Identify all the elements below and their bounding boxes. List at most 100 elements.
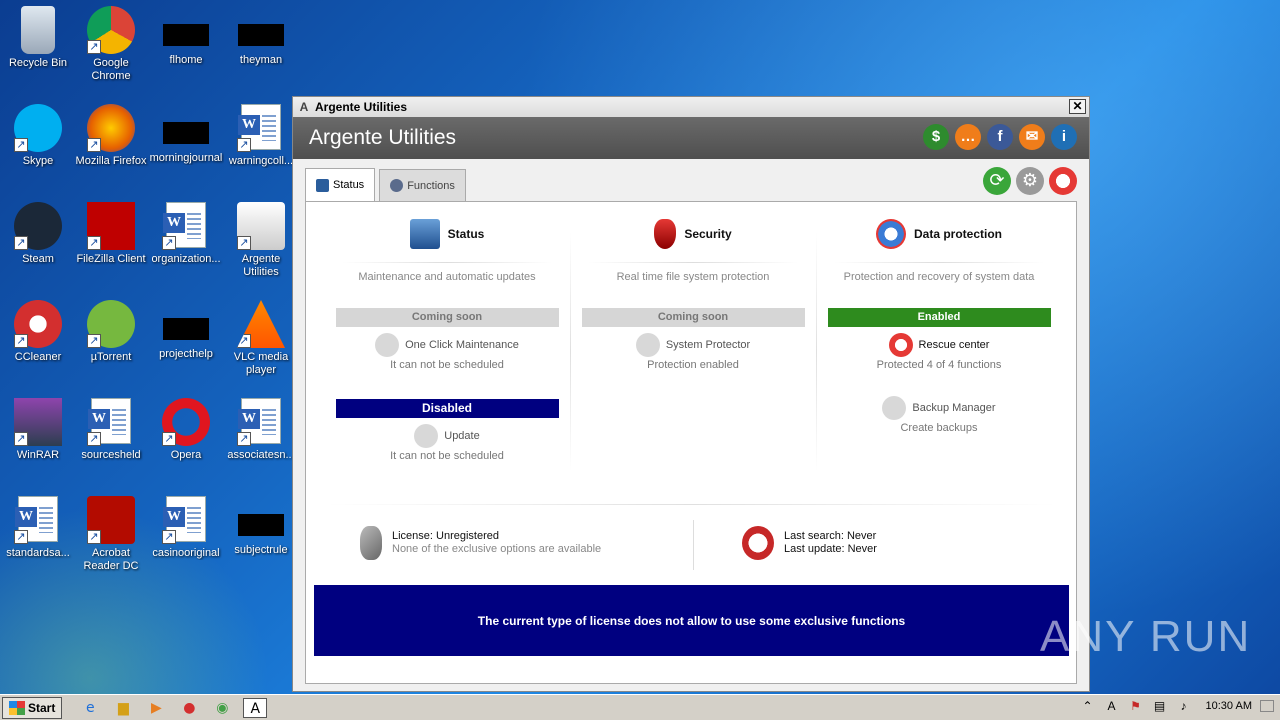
desktop-icon-label: subjectrule [234, 544, 288, 556]
desktop-icon[interactable]: ↗ Mozilla Firefox [73, 104, 149, 168]
system-protector-label: System Protector [665, 339, 751, 351]
media-player-icon[interactable]: ▶ [144, 698, 168, 718]
maintenance-note: It can not be scheduled [390, 359, 504, 371]
last-search: Last search: Never [784, 530, 877, 542]
chevron-up-icon[interactable]: ⌃ [1080, 698, 1096, 714]
data-protection-column-header: Data protection [816, 214, 1062, 254]
close-button[interactable]: ✕ [1069, 99, 1086, 114]
tab-status[interactable]: Status [305, 168, 376, 201]
app-header-title: Argente Utilities [309, 126, 457, 149]
data-protection-icon [875, 219, 906, 249]
desktop-icon[interactable]: ↗ Opera [148, 398, 224, 462]
desktop-icon[interactable]: ↗ CCleaner [0, 300, 76, 364]
lifebuoy-icon[interactable] [1049, 167, 1077, 195]
backup-manager-item[interactable]: Backup Manager [816, 396, 1062, 420]
anyrun-watermark: ANY RUN [1040, 612, 1252, 661]
network-icon[interactable]: ▤ [1152, 698, 1168, 714]
argente-tray-icon[interactable]: A [1104, 698, 1120, 714]
facebook-icon[interactable]: f [987, 124, 1013, 150]
window-titlebar[interactable]: A Argente Utilities ✕ [293, 97, 1089, 117]
status-column-header: Status [324, 214, 570, 254]
info-icon[interactable]: i [1051, 124, 1077, 150]
desktop-icon[interactable]: W ↗ organization... [148, 202, 224, 266]
opera-taskbar-icon[interactable]: ● [177, 698, 201, 718]
status-column-title: Status [447, 227, 485, 241]
maintenance-icon [375, 333, 400, 357]
desktop-icon-label: FileZilla Client [76, 253, 146, 265]
desktop-icon[interactable]: ↗ Argente Utilities [223, 202, 299, 279]
desktop-icon-label: VLC media player [233, 351, 289, 376]
lifebuoy-icon [888, 333, 913, 357]
rescue-note: Protected 4 of 4 functions [876, 359, 1002, 371]
mail-icon[interactable]: ✉ [1019, 124, 1045, 150]
data-protection-column-title: Data protection [913, 227, 1002, 241]
protector-icon [635, 333, 660, 357]
shield-icon [654, 219, 677, 249]
system-protector-item[interactable]: System Protector [570, 333, 816, 357]
desktop-icon[interactable]: ↗ µTorrent [73, 300, 149, 364]
flag-icon[interactable]: ⚑ [1128, 698, 1144, 714]
status-column: Status Maintenance and automatic updates… [324, 214, 570, 464]
desktop-icon[interactable]: ↗ VLC media player [223, 300, 299, 377]
word-doc-icon: W ↗ [14, 496, 62, 544]
desktop-icon[interactable]: ↗ WinRAR [0, 398, 76, 462]
desktop-icon[interactable]: morningjournal [148, 104, 224, 165]
desktop-icon[interactable]: projecthelp [148, 300, 224, 361]
last-update: Last update: Never [784, 543, 877, 555]
desktop-icon-label: morningjournal [149, 152, 223, 164]
tab-functions[interactable]: Functions [379, 169, 466, 201]
update-label: Update [444, 430, 480, 442]
desktop-icon[interactable]: ↗ Skype [0, 104, 76, 168]
start-button[interactable]: Start [2, 696, 63, 719]
desktop-icon[interactable]: ↗ Steam [0, 202, 76, 266]
rescue-center-item[interactable]: Rescue center [816, 333, 1062, 357]
search-info: Last search: Never Last update: Never [742, 526, 877, 560]
ie-icon[interactable]: e [78, 698, 102, 718]
argente-taskbar-icon[interactable]: A [243, 697, 268, 718]
desktop-icon-label: Skype [22, 155, 54, 167]
desktop-icon[interactable]: W ↗ sourcesheld [73, 398, 149, 462]
security-column-header: Security [570, 214, 816, 254]
license-status: License: Unregistered [392, 530, 500, 542]
desktop-icon[interactable]: subjectrule [223, 496, 299, 557]
chat-icon[interactable]: … [955, 124, 981, 150]
desktop-icon-label: WinRAR [16, 449, 60, 461]
desktop-icon-label: CCleaner [14, 351, 62, 363]
toolbar: ⟳ ⚙ [983, 167, 1077, 195]
data-protection-column-subtitle: Protection and recovery of system data [843, 271, 1035, 283]
desktop-icon[interactable]: W ↗ associatesn... [223, 398, 299, 462]
recycle-bin-icon [21, 6, 55, 54]
desktop-icon[interactable]: flhome [148, 6, 224, 67]
dollar-icon[interactable]: $ [923, 124, 949, 150]
desktop-icon[interactable]: theyman [223, 6, 299, 67]
desktop-icon[interactable]: W ↗ warningcoll... [223, 104, 299, 168]
coming-soon-badge: Coming soon [581, 308, 805, 327]
desktop-icon-label: Recycle Bin [8, 57, 68, 69]
update-item[interactable]: Update [324, 424, 570, 448]
desktop-icon[interactable]: ↗ Acrobat Reader DC [73, 496, 149, 573]
security-column-title: Security [684, 227, 732, 241]
desktop-icon[interactable]: ↗ FileZilla Client [73, 202, 149, 266]
volume-icon[interactable]: ♪ [1176, 698, 1192, 714]
word-doc-icon: W ↗ [237, 398, 285, 446]
update-note: It can not be scheduled [390, 450, 504, 462]
refresh-icon[interactable]: ⟳ [983, 167, 1011, 195]
firefox-icon: ↗ [87, 104, 135, 152]
desktop-icon[interactable]: W ↗ casinooriginal [148, 496, 224, 560]
desktop-icon[interactable]: W ↗ standardsa... [0, 496, 76, 560]
security-column-subtitle: Real time file system protection [616, 271, 770, 283]
gear-icon[interactable]: ⚙ [1016, 167, 1044, 195]
coming-soon-badge: Coming soon [335, 308, 559, 327]
desktop-icon[interactable]: ↗ Google Chrome [73, 6, 149, 83]
chrome-taskbar-icon[interactable]: ◉ [210, 698, 234, 718]
explorer-icon[interactable]: ▆ [111, 698, 135, 718]
system-tray: ⌃ A ⚑ ▤ ♪ 10:30 AM [1080, 698, 1274, 714]
clock[interactable]: 10:30 AM [1206, 700, 1252, 712]
show-desktop-icon[interactable] [1260, 700, 1274, 712]
monitor-icon [316, 178, 329, 192]
status-column-subtitle: Maintenance and automatic updates [358, 271, 536, 283]
argente-icon: ↗ [237, 202, 285, 250]
utorrent-icon: ↗ [87, 300, 135, 348]
one-click-maintenance-item[interactable]: One Click Maintenance [324, 333, 570, 357]
desktop-icon[interactable]: Recycle Bin [0, 6, 76, 70]
